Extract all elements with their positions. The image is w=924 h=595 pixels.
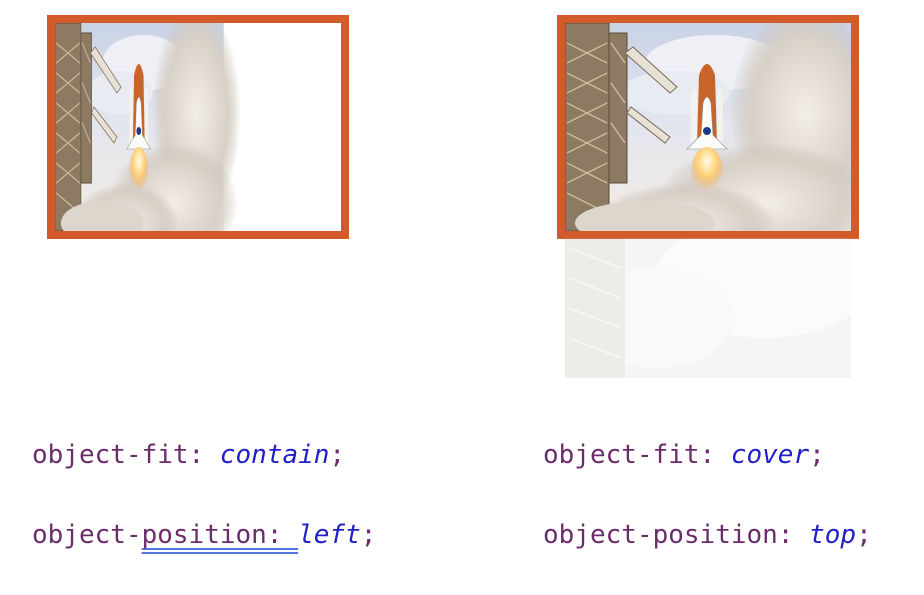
shuttle-launch-image-contain <box>55 23 242 231</box>
fit-property: object-fit: <box>543 440 731 470</box>
fit-property: object-fit: <box>32 440 220 470</box>
cover-top-frame <box>557 15 859 239</box>
position-value: top <box>809 520 857 550</box>
contain-left-code: object-fit: contain; object-position: le… <box>32 395 376 595</box>
contain-left-frame <box>47 15 349 239</box>
cover-overflow-image <box>565 238 851 378</box>
position-property: position: <box>652 520 810 550</box>
fit-value: cover <box>730 440 810 470</box>
position-value: left <box>298 520 361 550</box>
position-property-prefix: object- <box>32 520 142 550</box>
fit-terminator: ; <box>809 440 825 470</box>
shuttle-launch-image-cover <box>565 23 851 231</box>
position-terminator: ; <box>856 520 872 550</box>
cover-top-code: object-fit: cover; object-position: top; <box>543 395 872 595</box>
position-property-spellcheck: position: <box>141 520 299 550</box>
position-line: object-position: top; <box>543 515 872 555</box>
position-line: object-position: left; <box>32 515 376 555</box>
fit-value: contain <box>219 440 330 470</box>
fit-line: object-fit: cover; <box>543 435 872 475</box>
fit-terminator: ; <box>329 440 346 470</box>
fit-line: object-fit: contain; <box>32 435 376 475</box>
position-terminator: ; <box>360 520 377 550</box>
position-property-prefix: object- <box>543 520 653 550</box>
cover-overflow-region <box>565 238 851 378</box>
